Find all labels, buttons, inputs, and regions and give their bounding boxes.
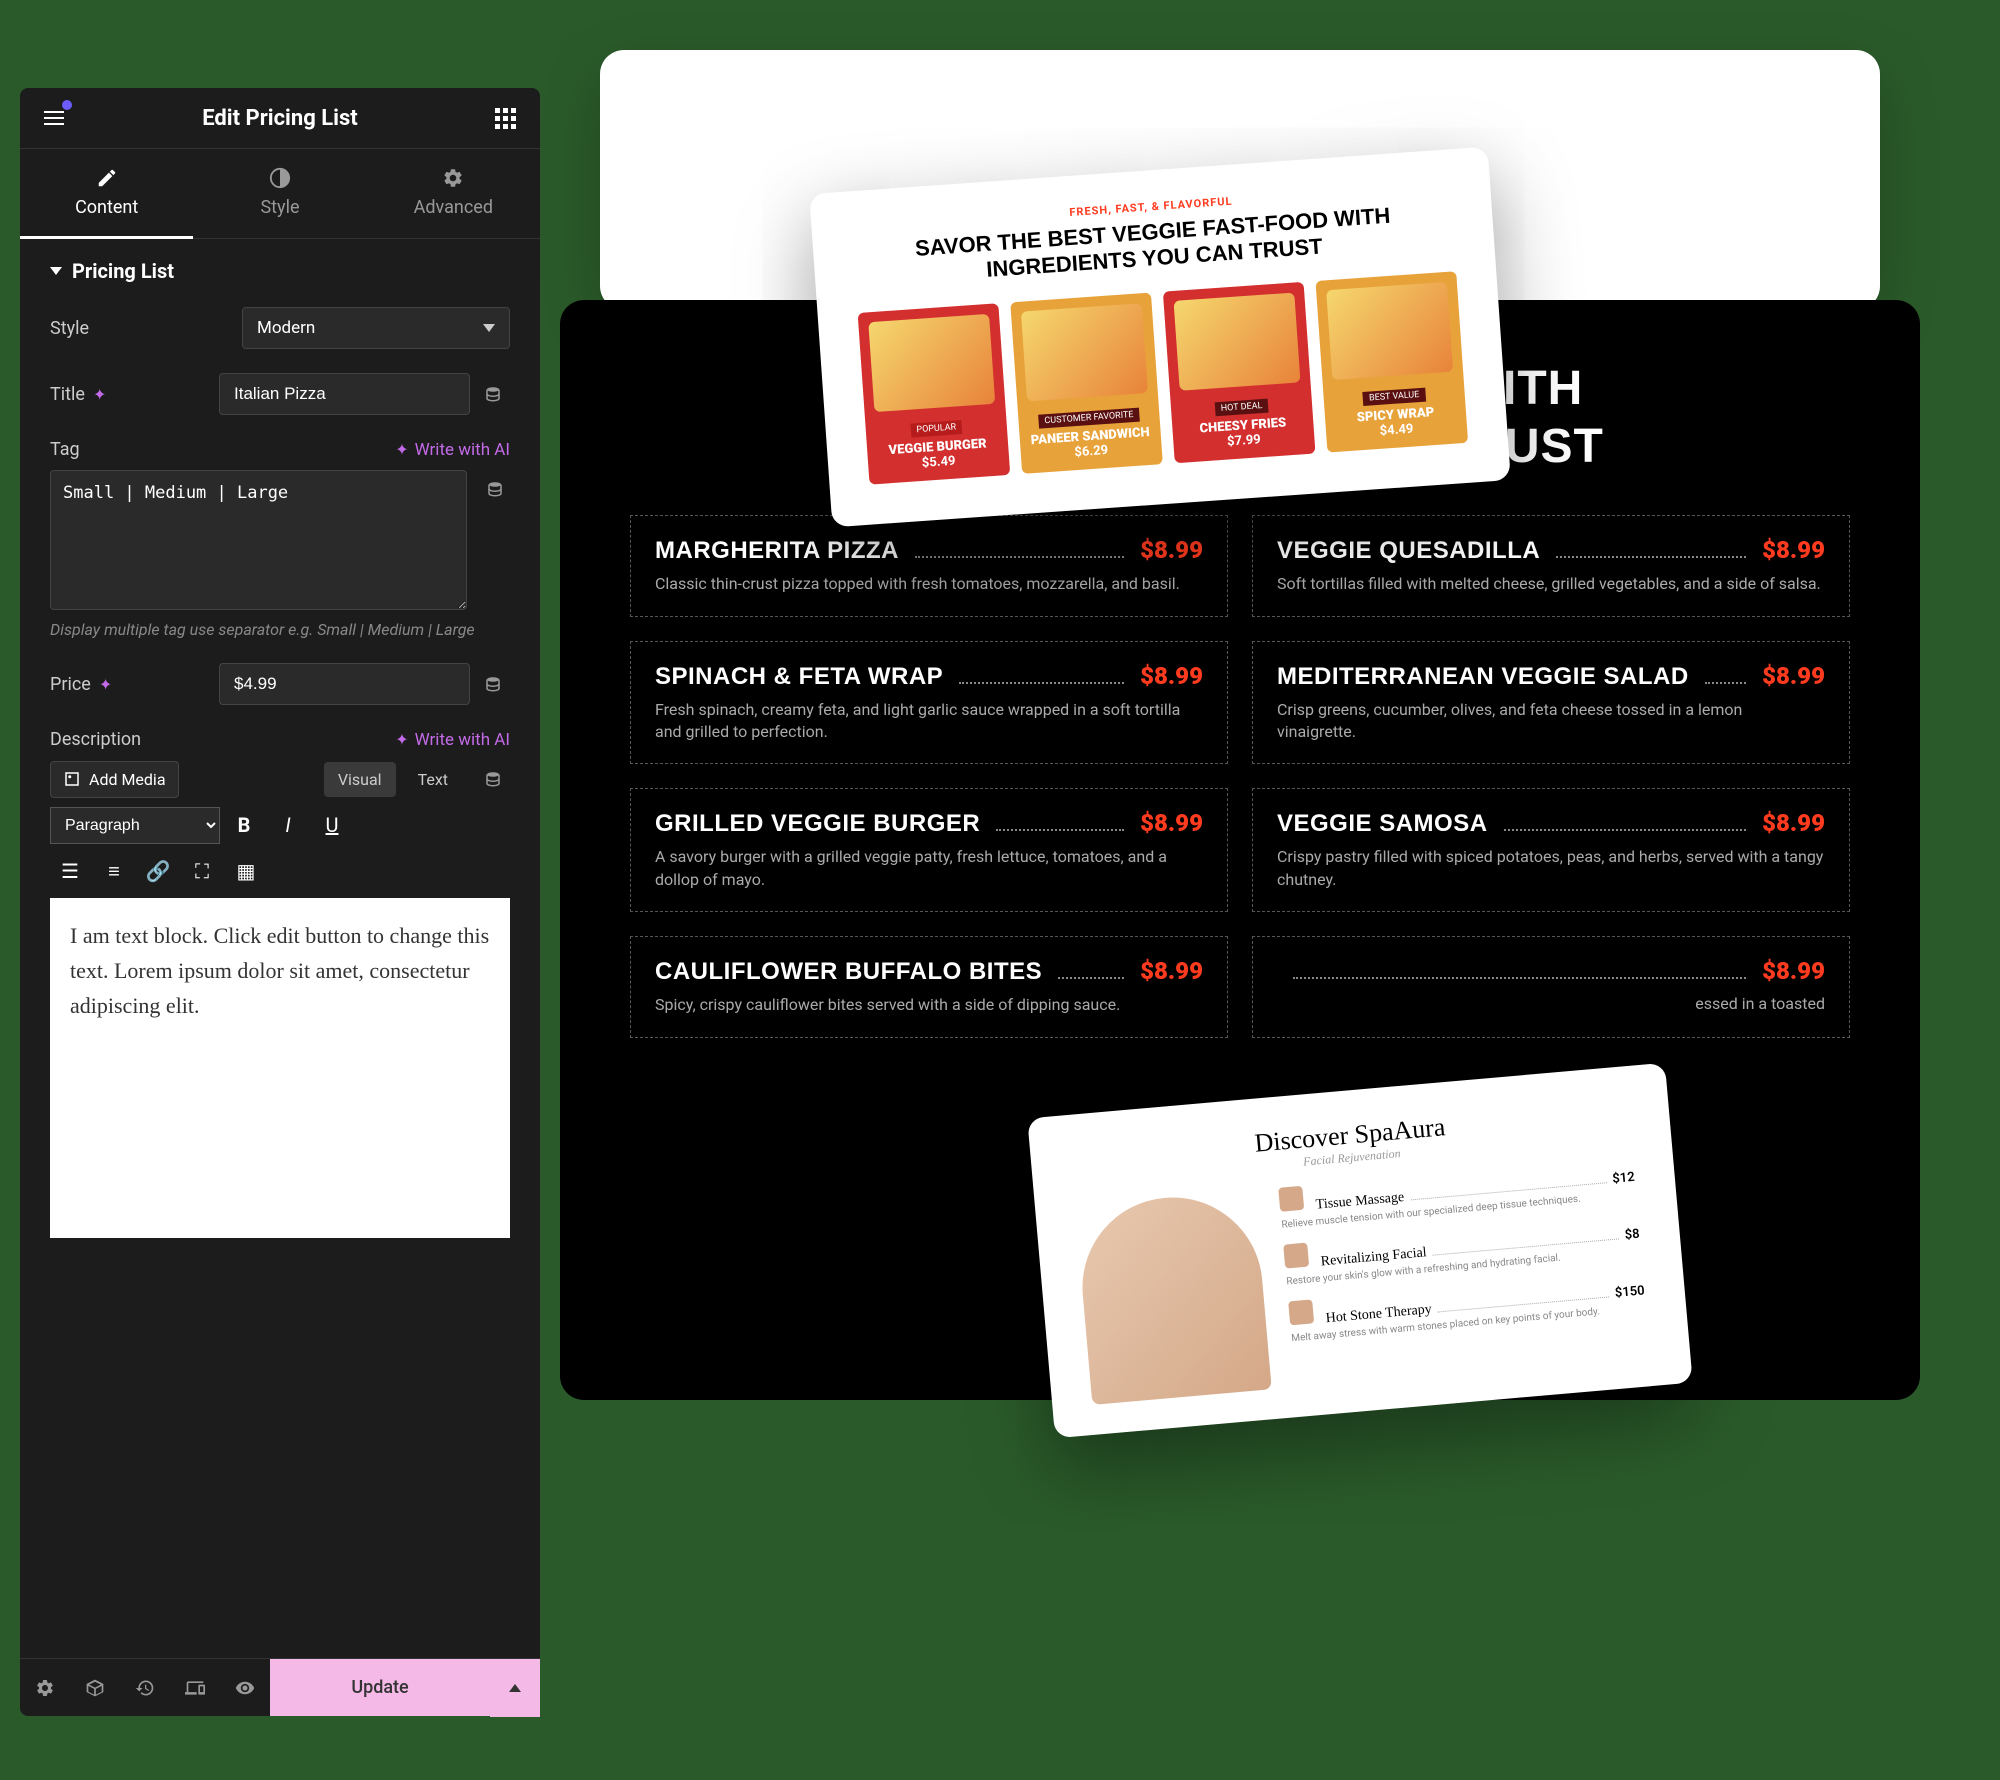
menu-item-price: $8.99	[1140, 536, 1203, 564]
paragraph-select[interactable]: Paragraph	[50, 807, 220, 844]
style-select[interactable]: Modern	[242, 307, 510, 349]
fullscreen-button[interactable]: ⛶	[182, 852, 222, 890]
menu-item: $8.99essed in a toasted	[1252, 936, 1850, 1037]
write-with-ai-link[interactable]: ✦Write with AI	[395, 440, 510, 460]
menu-item: VEGGIE SAMOSA$8.99Crispy pastry filled w…	[1252, 788, 1850, 912]
tab-style[interactable]: Style	[193, 149, 366, 238]
pencil-icon	[96, 167, 118, 189]
price-input[interactable]	[219, 663, 470, 705]
food-item: HOT DEALCHEESY FRIES$7.99	[1163, 282, 1316, 463]
menu-item-name: MARGHERITA PIZZA	[655, 537, 899, 565]
tab-content[interactable]: Content	[20, 149, 193, 239]
dynamic-tags-icon[interactable]	[479, 470, 510, 508]
add-media-button[interactable]: Add Media	[50, 761, 179, 798]
food-item: CUSTOMER FAVORITEPANEER SANDWICH$6.29	[1010, 292, 1163, 473]
description-label: Description	[50, 729, 230, 750]
ai-sparkle-icon[interactable]: ✦	[93, 385, 106, 404]
numbered-list-button[interactable]: ≡	[94, 852, 134, 890]
food-item: BEST VALUESPICY WRAP$4.49	[1315, 271, 1468, 452]
settings-icon[interactable]	[20, 1659, 70, 1717]
editor-tabs: Content Style Advanced	[20, 149, 540, 239]
menu-item: MEDITERRANEAN VEGGIE SALAD$8.99Crisp gre…	[1252, 641, 1850, 765]
menu-item: CAULIFLOWER BUFFALO BITES$8.99Spicy, cri…	[630, 936, 1228, 1037]
price-label: Price✦	[50, 674, 207, 695]
dynamic-tags-icon[interactable]	[476, 665, 510, 703]
toolbar-toggle-button[interactable]: ▦	[226, 852, 266, 890]
section-header[interactable]: Pricing List	[50, 259, 510, 283]
spa-preview-card: Discover SpaAura Facial Rejuvenation Tis…	[1027, 1063, 1693, 1439]
bullet-list-button[interactable]: ☰	[50, 852, 90, 890]
title-label: Title✦	[50, 384, 207, 405]
visual-tab[interactable]: Visual	[324, 762, 396, 797]
dynamic-tags-icon[interactable]	[476, 375, 510, 413]
write-with-ai-link[interactable]: ✦Write with AI	[395, 730, 510, 750]
richtext-editor[interactable]: I am text block. Click edit button to ch…	[50, 898, 510, 1238]
chevron-down-icon	[50, 267, 62, 275]
menu-icon[interactable]	[40, 104, 68, 132]
spa-image	[1075, 1190, 1272, 1405]
link-button[interactable]: 🔗	[138, 852, 178, 890]
menu-item: GRILLED VEGGIE BURGER$8.99A savory burge…	[630, 788, 1228, 912]
tab-advanced[interactable]: Advanced	[367, 149, 540, 238]
media-icon	[63, 770, 81, 788]
ai-sparkle-icon[interactable]: ✦	[99, 675, 112, 694]
underline-button[interactable]: U	[312, 806, 352, 844]
dynamic-tags-icon[interactable]	[476, 760, 510, 798]
gear-icon	[442, 167, 464, 189]
bottom-bar: Update	[20, 1658, 540, 1716]
preview-icon[interactable]	[220, 1659, 270, 1717]
food-item: POPULARVEGGIE BURGER$5.49	[858, 303, 1011, 484]
bold-button[interactable]: B	[224, 806, 264, 844]
style-label: Style	[50, 318, 230, 339]
tag-label: Tag	[50, 439, 230, 460]
update-button[interactable]: Update	[270, 1659, 490, 1716]
editor-panel: Edit Pricing List Content Style Advanced…	[20, 88, 540, 1716]
menu-item: MARGHERITA PIZZA $8.99 Classic thin-crust …	[630, 515, 1228, 616]
food-preview-card: FRESH, FAST, & FLAVORFUL SAVOR THE BEST …	[809, 147, 1511, 527]
italic-button[interactable]: I	[268, 806, 308, 844]
menu-item-desc: Classic thin-crust pizza topped with fre…	[655, 573, 1203, 595]
tag-hint: Display multiple tag use separator e.g. …	[50, 620, 510, 639]
tag-textarea[interactable]: Small | Medium | Large	[50, 470, 467, 610]
panel-title: Edit Pricing List	[202, 106, 357, 131]
apps-icon[interactable]	[492, 104, 520, 132]
menu-item: SPINACH & FETA WRAP$8.99Fresh spinach, c…	[630, 641, 1228, 765]
navigator-icon[interactable]	[70, 1659, 120, 1717]
update-options-button[interactable]	[490, 1659, 540, 1717]
contrast-icon	[269, 167, 291, 189]
text-tab[interactable]: Text	[404, 762, 462, 797]
menu-item: VEGGIE QUESADILLA$8.99Soft tortillas fil…	[1252, 515, 1850, 616]
history-icon[interactable]	[120, 1659, 170, 1717]
menu-grid: MARGHERITA PIZZA $8.99 Classic thin-crust …	[630, 515, 1850, 1037]
title-input[interactable]	[219, 373, 470, 415]
responsive-icon[interactable]	[170, 1659, 220, 1717]
